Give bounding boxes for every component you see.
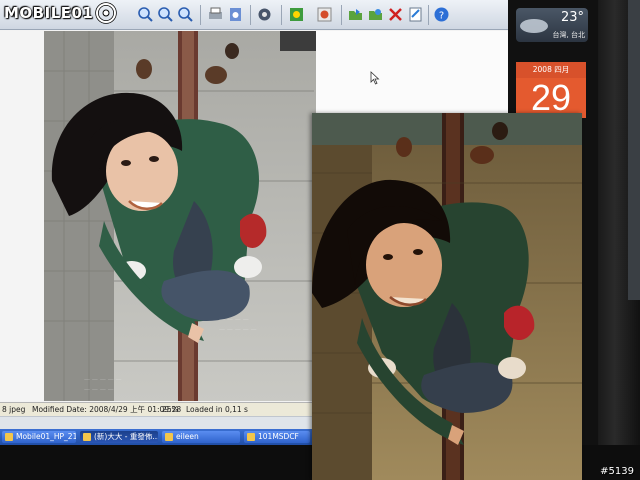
- zoom-out-icon[interactable]: [157, 6, 174, 23]
- rotate-icon[interactable]: [256, 6, 273, 23]
- svg-text:— — — —: — — — —: [84, 386, 114, 393]
- taskbar-item-101msdcf[interactable]: 101MSDCF: [244, 431, 310, 443]
- taskbar-item-forum[interactable]: (新)大大 - 重發佈...: [80, 431, 158, 443]
- delete-icon[interactable]: [387, 6, 404, 23]
- toolbar-separator: [281, 5, 282, 25]
- print-icon[interactable]: [207, 6, 224, 23]
- taskbar-item-mobile01[interactable]: Mobile01_HP_213...: [2, 431, 76, 443]
- svg-text:— — — —: — — — —: [219, 316, 249, 323]
- taskbar-item-label: eileen: [176, 432, 199, 441]
- folder-icon: [165, 433, 173, 441]
- printed-photo: [312, 113, 582, 480]
- mouse-cursor-icon: [370, 71, 380, 85]
- cloud-icon: [520, 19, 548, 33]
- toolbar-separator: [341, 5, 342, 25]
- svg-text:— — — — —: — — — — —: [219, 326, 257, 333]
- main-photo: — — — — — — — — — — — — — — — — — —: [44, 31, 316, 401]
- status-modified: Modified Date: 2008/4/29 上午 01:09:28: [32, 405, 182, 414]
- background-wall: [628, 0, 640, 300]
- zoom-in-icon[interactable]: [137, 6, 154, 23]
- forum-image-id: #5139: [600, 466, 634, 477]
- toolbar-separator: [250, 5, 251, 25]
- weather-gadget[interactable]: 23° 台灣, 台北: [516, 8, 588, 42]
- viewer-toolbar: MOBILE01 ?: [0, 0, 512, 30]
- open-icon[interactable]: [347, 6, 364, 23]
- slideshow-icon[interactable]: [316, 6, 333, 23]
- window-icon: [83, 433, 91, 441]
- status-loaded: Loaded in 0,11 s: [186, 405, 248, 414]
- calendar-gadget[interactable]: 2008 四月 29: [516, 62, 586, 118]
- status-format: 8 jpeg: [2, 405, 26, 414]
- refresh-icon[interactable]: [367, 6, 384, 23]
- mobile01-watermark: MOBILE01: [4, 1, 118, 25]
- taskbar-item-label: 101MSDCF: [258, 432, 299, 441]
- svg-text:?: ?: [439, 11, 444, 22]
- toolbar-separator: [428, 5, 429, 25]
- help-icon[interactable]: ?: [433, 6, 450, 23]
- watermark-text: MOBILE01: [4, 4, 94, 22]
- toolbar-separator: [200, 5, 201, 25]
- calendar-day: 29: [516, 78, 586, 118]
- weather-city: 台灣, 台北: [552, 31, 585, 39]
- edit-icon[interactable]: [407, 6, 424, 23]
- mobile01-logo-icon: [95, 2, 118, 24]
- calendar-month: 2008 四月: [516, 62, 586, 78]
- save-icon[interactable]: [227, 6, 244, 23]
- zoom-fit-icon[interactable]: [177, 6, 194, 23]
- color-icon[interactable]: [288, 6, 305, 23]
- taskbar-item-label: Mobile01_HP_213...: [16, 432, 76, 441]
- taskbar-item-label: (新)大大 - 重發佈...: [94, 432, 158, 441]
- canvas-margin: [0, 31, 44, 401]
- svg-text:— — — — —: — — — — —: [84, 376, 122, 383]
- weather-temperature: 23°: [560, 10, 584, 25]
- taskbar-item-eileen[interactable]: eileen: [162, 431, 240, 443]
- window-icon: [5, 433, 13, 441]
- folder-icon: [247, 433, 255, 441]
- status-zoom: 25%: [162, 405, 179, 414]
